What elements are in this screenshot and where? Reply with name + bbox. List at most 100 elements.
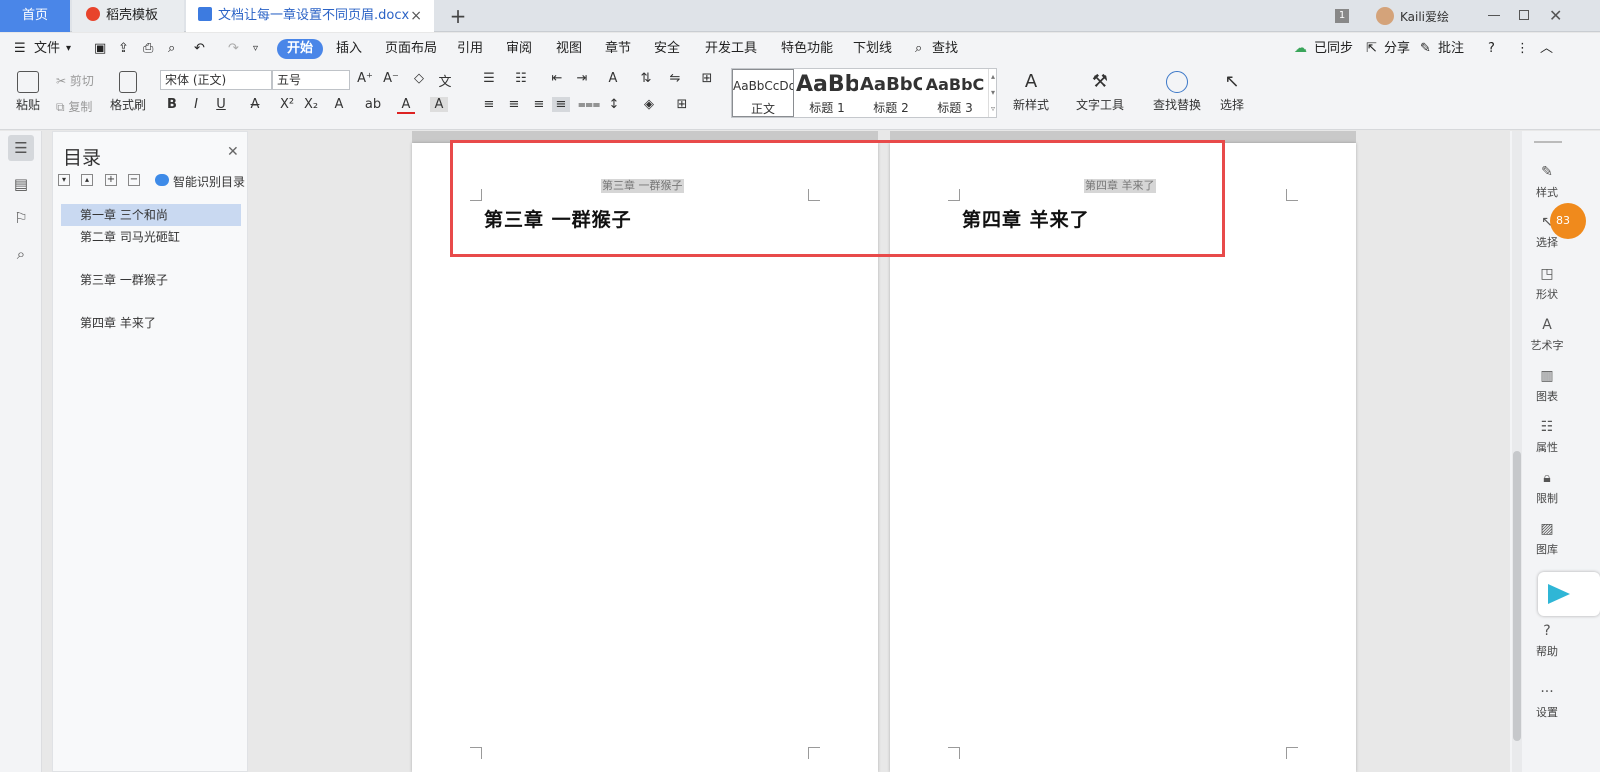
- tool-properties[interactable]: ☷ 属性: [1530, 419, 1564, 455]
- scrollbar-thumb[interactable]: [1513, 451, 1521, 741]
- tool-settings[interactable]: ··· 设置: [1530, 684, 1564, 720]
- cloud-sync-icon[interactable]: ☁: [1294, 39, 1307, 59]
- align-left-icon[interactable]: ≡: [480, 97, 498, 112]
- justify-icon[interactable]: ≡: [552, 97, 570, 112]
- window-count-badge[interactable]: 1: [1335, 9, 1349, 23]
- sync-status[interactable]: 已同步: [1314, 39, 1353, 59]
- tab-templates[interactable]: 稻壳模板: [72, 0, 184, 32]
- shrink-font-icon[interactable]: A⁻: [382, 71, 400, 86]
- style-heading-3[interactable]: AaBbC 标题 3: [924, 69, 986, 117]
- subscript-icon[interactable]: X₂: [302, 97, 320, 112]
- toc-nav-icon[interactable]: ☰: [8, 135, 34, 161]
- expand-all-icon[interactable]: ▴: [81, 174, 93, 186]
- paste-button[interactable]: 粘贴: [10, 71, 46, 113]
- toc-item-chapter-1[interactable]: 第一章 三个和尚: [61, 204, 241, 226]
- new-style-button[interactable]: A 新样式: [1006, 71, 1056, 113]
- find-replace-button[interactable]: 查找替换: [1148, 71, 1206, 113]
- distribute-icon[interactable]: ⩶: [578, 97, 600, 112]
- menu-search[interactable]: 查找: [932, 39, 958, 59]
- menu-layout[interactable]: 页面布局: [385, 39, 437, 59]
- copy-button[interactable]: ⧉ 复制: [56, 98, 92, 115]
- menu-start[interactable]: 开始: [277, 39, 324, 59]
- phonetic-icon[interactable]: 文: [436, 71, 454, 90]
- text-tools-button[interactable]: ⚒ 文字工具: [1072, 71, 1128, 113]
- style-scroll-icon[interactable]: ▴ ▾ ▿: [988, 69, 997, 117]
- notification-badge[interactable]: 83: [1550, 203, 1586, 239]
- borders-icon[interactable]: ⊞: [673, 97, 691, 112]
- style-heading-2[interactable]: AaBbC 标题 2: [860, 69, 922, 117]
- export-icon[interactable]: ⇪: [118, 39, 129, 59]
- table-layout-icon[interactable]: ⊞: [698, 71, 716, 86]
- menu-view[interactable]: 视图: [556, 39, 582, 59]
- align-center-icon[interactable]: ≡: [505, 97, 523, 112]
- style-normal[interactable]: AaBbCcDd 正文: [732, 69, 794, 117]
- close-window-icon[interactable]: ✕: [1549, 6, 1562, 25]
- redo-icon[interactable]: ↷: [228, 39, 239, 59]
- align-right-icon[interactable]: ≡: [530, 97, 548, 112]
- numbered-list-icon[interactable]: ☷: [512, 71, 530, 86]
- italic-icon[interactable]: I: [187, 97, 205, 112]
- chinese-layout-icon[interactable]: A: [604, 71, 622, 86]
- hamburger-icon[interactable]: ☰: [14, 39, 26, 59]
- tool-chart[interactable]: ▥ 图表: [1530, 368, 1564, 404]
- menu-developer[interactable]: 开发工具: [705, 39, 757, 59]
- comment-button[interactable]: 批注: [1438, 39, 1464, 59]
- style-heading-1[interactable]: AaBb 标题 1: [796, 69, 858, 117]
- line-spacing-icon[interactable]: ↕: [605, 97, 623, 112]
- superscript-icon[interactable]: X²: [278, 97, 296, 112]
- smart-toc-button[interactable]: 智能识别目录: [173, 173, 245, 190]
- tab-home[interactable]: 首页: [0, 0, 70, 32]
- show-marks-icon[interactable]: ⇋: [666, 71, 684, 86]
- find-nav-icon[interactable]: ⌕: [8, 241, 34, 267]
- menu-file[interactable]: 文件: [34, 39, 60, 59]
- toc-item-chapter-3[interactable]: 第三章 一群猴子: [61, 269, 241, 291]
- strikethrough-icon[interactable]: A: [246, 97, 264, 112]
- new-tab-button[interactable]: +: [446, 0, 470, 32]
- highlight-icon[interactable]: ab: [364, 97, 382, 112]
- tool-shape[interactable]: ◳ 形状: [1530, 266, 1564, 302]
- menu-reference[interactable]: 引用: [457, 39, 483, 59]
- format-painter-button[interactable]: 格式刷: [108, 71, 148, 113]
- tool-gallery[interactable]: ▨ 图库: [1530, 521, 1564, 557]
- comment-icon[interactable]: ✎: [1420, 39, 1431, 59]
- underline-icon[interactable]: U: [212, 97, 230, 112]
- menu-underline[interactable]: 下划线: [853, 39, 892, 59]
- toc-item-chapter-4[interactable]: 第四章 羊来了: [61, 312, 241, 334]
- remove-level-icon[interactable]: −: [128, 174, 140, 186]
- chevron-down-icon[interactable]: ▾: [66, 39, 71, 59]
- search-icon[interactable]: ⌕: [915, 39, 922, 59]
- add-level-icon[interactable]: +: [105, 174, 117, 186]
- print-icon[interactable]: ⎙: [143, 39, 153, 59]
- more-icon[interactable]: ⋮: [1516, 39, 1529, 59]
- tool-help[interactable]: ? 帮助: [1530, 623, 1564, 659]
- floating-app-icon[interactable]: [1538, 572, 1600, 616]
- menu-security[interactable]: 安全: [654, 39, 680, 59]
- share-button[interactable]: 分享: [1384, 39, 1410, 59]
- user-name[interactable]: Kaili爱绘: [1400, 8, 1449, 25]
- undo-icon[interactable]: ↶: [194, 39, 205, 59]
- tool-restrict[interactable]: 🔒︎ 限制: [1530, 470, 1564, 506]
- clear-format-icon[interactable]: ◇: [410, 71, 428, 86]
- bookmark-icon[interactable]: ⚐: [8, 205, 34, 231]
- restore-icon[interactable]: [1519, 10, 1529, 20]
- share-icon[interactable]: ⇱: [1366, 39, 1377, 59]
- menu-features[interactable]: 特色功能: [781, 39, 833, 59]
- menu-review[interactable]: 审阅: [506, 39, 532, 59]
- print-preview-icon[interactable]: ⌕: [168, 39, 175, 59]
- close-tab-icon[interactable]: ×: [410, 0, 422, 32]
- sort-icon[interactable]: ⇅: [637, 71, 655, 86]
- text-effect-icon[interactable]: A: [330, 97, 348, 112]
- grow-font-icon[interactable]: A⁺: [356, 71, 374, 86]
- tool-style[interactable]: ✎ 样式: [1530, 164, 1564, 200]
- font-color-icon[interactable]: A: [397, 97, 415, 114]
- font-name-select[interactable]: 宋体 (正文): [160, 70, 272, 90]
- select-button[interactable]: ↖ 选择: [1214, 71, 1250, 113]
- quick-access-dropdown-icon[interactable]: ▿: [253, 39, 258, 59]
- char-shading-icon[interactable]: A: [430, 97, 448, 112]
- outdent-icon[interactable]: ⇤: [548, 71, 566, 86]
- smart-toc-icon[interactable]: [155, 174, 169, 186]
- chapter-nav-icon[interactable]: ▤: [8, 171, 34, 197]
- close-panel-icon[interactable]: ✕: [227, 144, 239, 160]
- toc-item-chapter-2[interactable]: 第二章 司马光砸缸: [61, 226, 241, 248]
- help-icon[interactable]: ?: [1488, 39, 1495, 59]
